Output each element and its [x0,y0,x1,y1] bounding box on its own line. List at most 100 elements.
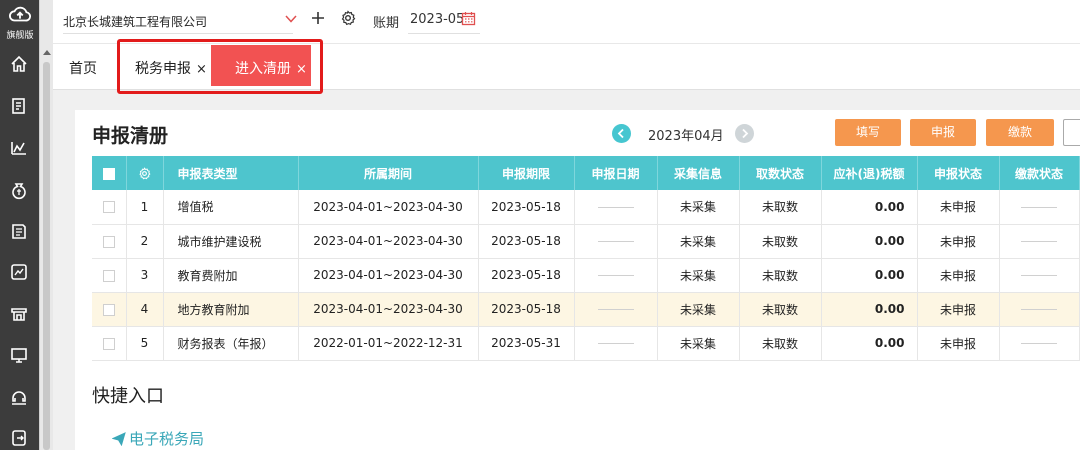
table-row[interactable]: 2 城市维护建设税 2023-04-01~2023-04-30 2023-05-… [92,224,1080,259]
row-checkbox[interactable] [102,269,115,282]
empty-dash [1021,309,1057,310]
row-deadline: 2023-05-18 [478,190,575,225]
row-period: 2023-04-01~2023-04-30 [298,224,479,259]
header-collect: 采集信息 [657,156,740,190]
row-type[interactable]: 地方教育附加 [163,292,299,327]
period-underline [408,33,480,34]
logo[interactable]: 旗舰版 [0,0,40,44]
row-status: 未申报 [917,292,1000,327]
table-row[interactable]: 1 增值税 2023-04-01~2023-04-30 2023-05-18 未… [92,190,1080,225]
ledger-icon[interactable] [9,221,29,241]
row-type[interactable]: 城市维护建设税 [163,224,299,259]
table-row[interactable]: 4 地方教育附加 2023-04-01~2023-04-30 2023-05-1… [92,292,1080,327]
exit-icon[interactable] [9,428,29,448]
row-deadline: 2023-05-18 [478,292,575,327]
chart-icon[interactable] [9,138,29,158]
row-period: 2022-01-01~2022-12-31 [298,326,479,361]
row-type[interactable]: 财务报表（年报） [163,326,299,361]
row-checkbox[interactable] [102,303,115,316]
header-settings-cell[interactable] [126,156,164,190]
header-deadline: 申报期限 [478,156,575,190]
row-deadline: 2023-05-31 [478,326,575,361]
calendar-icon[interactable] [461,11,476,26]
tab-home[interactable]: 首页 [69,58,97,78]
row-checkbox[interactable] [102,201,115,214]
row-checkbox-cell[interactable] [92,258,127,293]
tab-list-label: 进入清册 [235,61,291,77]
row-number: 2 [126,224,164,259]
sidebar: 旗舰版 [0,0,40,450]
row-payment [999,224,1080,259]
select-all-checkbox[interactable] [102,167,115,180]
row-payment [999,258,1080,293]
scroll-up-arrow[interactable] [43,50,51,55]
row-checkbox-cell[interactable] [92,326,127,361]
row-checkbox[interactable] [102,337,115,350]
home-icon[interactable] [9,54,29,74]
tab-tax-declaration[interactable]: 税务申报 × [135,58,207,78]
e-tax-bureau-link[interactable]: 电子税务局 [111,428,204,449]
service-icon[interactable] [9,387,29,407]
row-checkbox-cell[interactable] [92,224,127,259]
report-icon[interactable] [9,262,29,282]
quick-entry-title: 快捷入口 [92,386,164,407]
row-declare-date [574,190,658,225]
row-checkbox-cell[interactable] [92,190,127,225]
tab-tax-label: 税务申报 [135,61,191,77]
row-status: 未申报 [917,326,1000,361]
pay-button[interactable]: 缴款 [986,119,1054,146]
row-declare-date [574,326,658,361]
document-icon[interactable] [9,96,29,116]
row-number: 3 [126,258,164,293]
company-select[interactable]: 北京长城建筑工程有限公司 [63,8,297,34]
gear-icon[interactable] [138,167,151,180]
empty-dash [597,309,634,310]
declare-button[interactable]: 申报 [910,119,976,146]
row-period: 2023-04-01~2023-04-30 [298,190,479,225]
row-type[interactable]: 增值税 [163,190,299,225]
chevron-right-icon [742,128,749,139]
plus-icon[interactable] [311,11,325,25]
header-status: 申报状态 [917,156,1000,190]
next-month-button[interactable] [735,124,754,143]
header-amount: 应补(退)税额 [821,156,918,190]
monitor-icon[interactable] [9,345,29,365]
sidebar-scrollbar[interactable] [39,0,53,450]
close-icon[interactable]: × [296,62,307,77]
declaration-table: 申报表类型 所属期间 申报期限 申报日期 采集信息 取数状态 应补(退)税额 申… [92,156,1080,361]
row-status: 未申报 [917,258,1000,293]
current-month: 2023年04月 [648,129,724,144]
header-period: 所属期间 [298,156,479,190]
gear-icon[interactable] [340,10,356,26]
cloud-logo-icon [9,6,31,22]
table-row[interactable]: 5 财务报表（年报） 2022-01-01~2022-12-31 2023-05… [92,326,1080,361]
row-amount: 0.00 [821,258,918,293]
fill-button[interactable]: 填写 [835,119,901,146]
chevron-down-icon[interactable] [285,13,297,25]
row-checkbox-cell[interactable] [92,292,127,327]
row-collect: 未采集 [657,292,740,327]
prev-month-button[interactable] [612,124,631,143]
header-checkbox-cell[interactable] [92,156,127,190]
row-type[interactable]: 教育费附加 [163,258,299,293]
table-row[interactable]: 3 教育费附加 2023-04-01~2023-04-30 2023-05-18… [92,258,1080,293]
more-button[interactable] [1063,119,1080,146]
empty-dash [1021,206,1057,208]
tab-list-active[interactable]: 进入清册 × [211,45,311,86]
tab-bar: 首页 税务申报 × 进入清册 × [53,39,1080,94]
row-amount: 0.00 [821,292,918,327]
period-value[interactable]: 2023-05 [410,12,464,27]
shop-icon[interactable] [9,304,29,324]
scroll-thumb[interactable] [43,62,50,450]
empty-dash [1021,275,1057,276]
row-checkbox[interactable] [102,235,115,248]
row-declare-date [574,292,658,327]
paper-plane-icon [111,432,126,447]
money-bag-icon[interactable] [9,180,29,200]
row-declare-date [574,258,658,293]
row-fetch: 未取数 [739,190,822,225]
close-icon[interactable]: × [196,62,207,77]
row-payment [999,326,1080,361]
logo-label: 旗舰版 [6,31,34,41]
row-collect: 未采集 [657,326,740,361]
